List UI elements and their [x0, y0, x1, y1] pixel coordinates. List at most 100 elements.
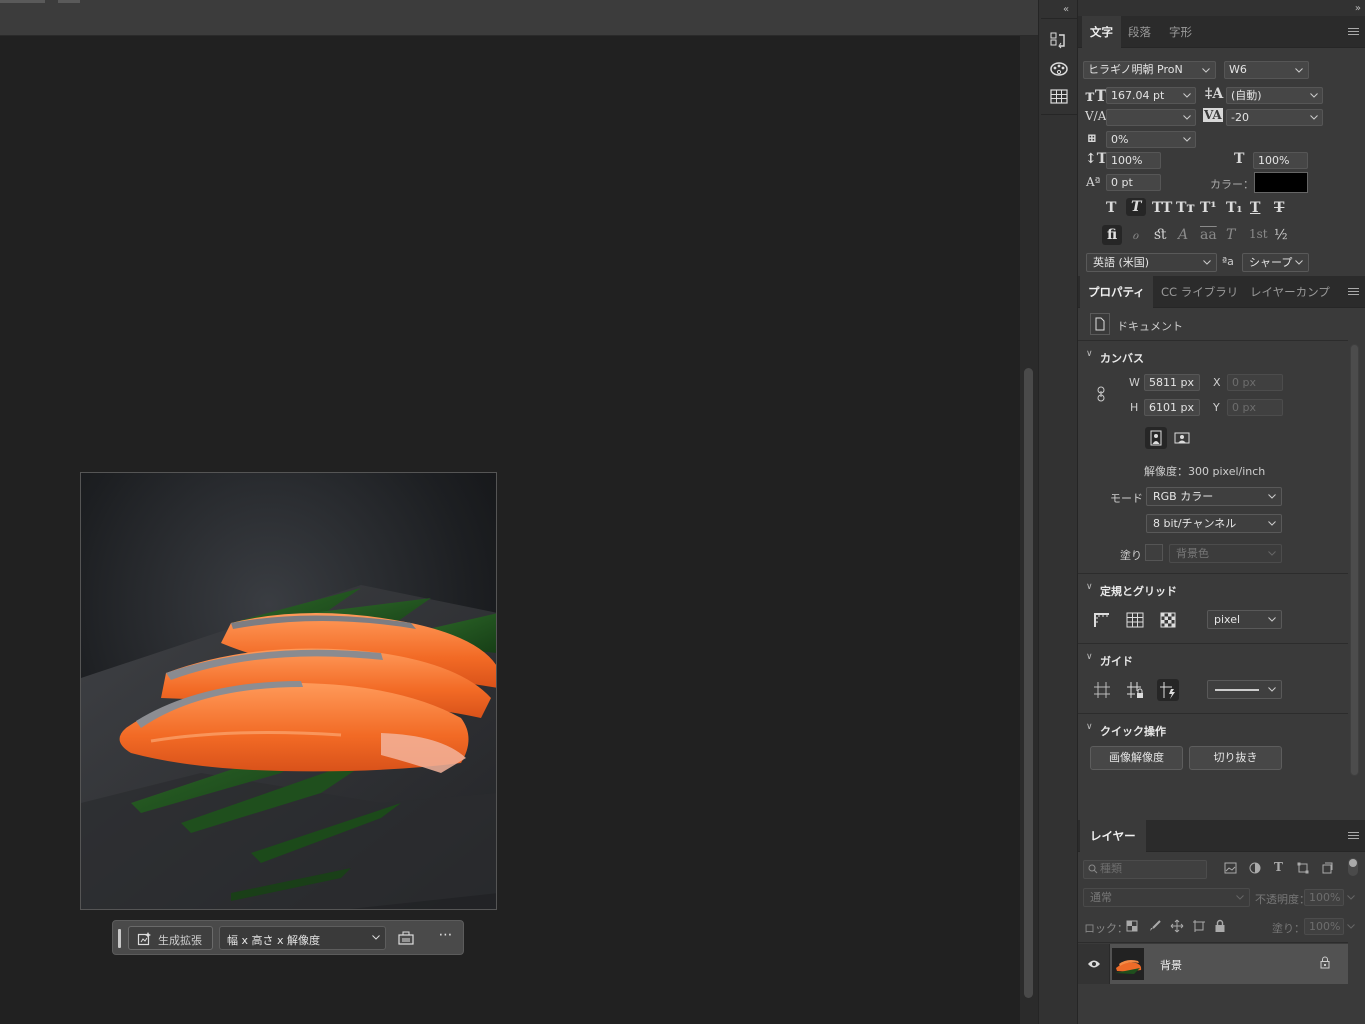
ordinals-button[interactable]: 1st [1249, 227, 1268, 241]
layer-filter-select[interactable]: 種類 [1083, 860, 1207, 879]
rulers-section-header[interactable]: ∨ 定規とグリッド [1078, 578, 1348, 602]
image-size-button[interactable]: 画像解像度 [1090, 746, 1183, 770]
language-select[interactable]: 英語 (米国) [1086, 253, 1217, 272]
lock-position-icon[interactable] [1170, 919, 1184, 933]
layer-row[interactable]: 背景 [1078, 944, 1348, 984]
leading-input[interactable]: (自動) [1226, 87, 1323, 104]
ruler-unit-select[interactable]: pixel [1207, 610, 1282, 629]
tsume-input[interactable]: 0% [1106, 131, 1196, 148]
titling-alternates-button[interactable]: T [1226, 227, 1235, 243]
panel-menu-icon[interactable] [1348, 832, 1359, 841]
doc-tab-stub-2[interactable] [58, 0, 80, 3]
filter-adjustment-icon[interactable] [1249, 862, 1261, 874]
faux-italic-button[interactable]: T [1126, 198, 1147, 216]
landscape-orientation-icon[interactable] [1171, 427, 1193, 449]
scrollbar-thumb[interactable] [1351, 345, 1358, 775]
lock-guides-icon[interactable] [1124, 679, 1146, 701]
fill-select[interactable]: 背景色 [1169, 544, 1282, 563]
pixel-grid-icon[interactable] [1157, 609, 1179, 631]
collapse-panels-icon[interactable]: « [1063, 4, 1069, 15]
swash-button[interactable]: A [1178, 227, 1188, 243]
eye-icon[interactable] [1087, 959, 1101, 969]
blend-mode-select[interactable]: 通常 [1083, 888, 1250, 907]
guides-section-header[interactable]: ∨ ガイド [1078, 648, 1348, 672]
filter-type-icon[interactable]: T [1274, 860, 1283, 874]
fill-color-swatch[interactable] [1145, 544, 1163, 561]
lock-transparent-pixels-icon[interactable] [1126, 920, 1138, 932]
properties-scrollbar[interactable] [1350, 344, 1359, 776]
strikethrough-button[interactable]: T [1274, 200, 1284, 216]
color-palette-icon[interactable] [1048, 58, 1070, 80]
history-icon[interactable] [1048, 30, 1070, 52]
crop-button[interactable]: 切り抜き [1189, 746, 1282, 770]
color-mode-select[interactable]: RGB カラー [1146, 487, 1282, 506]
bit-depth-select[interactable]: 8 bit/チャンネル [1146, 514, 1282, 533]
size-preset-dropdown[interactable]: 幅 x 高さ x 解像度 [219, 926, 386, 950]
vertical-scale-input[interactable]: 100% [1106, 152, 1161, 169]
ligature-button[interactable]: ﬁ [1102, 225, 1123, 245]
all-caps-button[interactable]: TT [1152, 200, 1172, 216]
faux-bold-button[interactable]: T [1106, 200, 1116, 216]
filter-toggle-switch[interactable] [1348, 858, 1358, 876]
tab-character[interactable]: 文字 [1082, 16, 1121, 48]
link-icon[interactable] [1096, 386, 1106, 402]
tab-cc-libraries[interactable]: CC ライブラリ [1153, 276, 1246, 308]
panel-menu-icon[interactable] [1348, 28, 1359, 37]
crop-resize-icon[interactable] [397, 930, 415, 946]
underline-button[interactable]: T [1250, 200, 1260, 216]
antialias-select[interactable]: シャープ [1242, 253, 1309, 272]
stylistic-alternates-button[interactable]: aa [1200, 227, 1217, 243]
canvas-y-input[interactable]: 0 px [1227, 399, 1283, 416]
canvas-height-input[interactable]: 6101 px [1144, 399, 1200, 416]
fractions-button[interactable]: ½ [1274, 227, 1288, 243]
baseline-shift-input[interactable]: 0 pt [1106, 174, 1161, 191]
lock-image-pixels-icon[interactable] [1148, 919, 1162, 933]
panel-menu-icon[interactable] [1348, 288, 1359, 297]
filter-pixel-icon[interactable] [1224, 862, 1237, 874]
quick-actions-section-header[interactable]: ∨ クイック操作 [1078, 718, 1348, 742]
smart-guides-icon[interactable] [1157, 679, 1179, 701]
document-canvas-image[interactable] [80, 472, 497, 910]
tracking-input[interactable]: -20 [1226, 109, 1323, 126]
layer-fill-input[interactable]: 100% [1304, 918, 1344, 935]
small-caps-button[interactable]: Tт [1176, 200, 1195, 216]
text-color-swatch[interactable] [1254, 172, 1308, 193]
doc-tab-stub[interactable] [0, 0, 45, 3]
ruler-icon[interactable] [1091, 609, 1113, 631]
collapse-dock-icon[interactable]: » [1355, 3, 1361, 14]
canvas-section-header[interactable]: ∨ カンバス [1078, 345, 1348, 369]
discretionary-ligature-button[interactable]: ﬆ [1154, 227, 1167, 243]
font-size-input[interactable]: 167.04 pt [1106, 87, 1196, 104]
grid-icon[interactable] [1124, 609, 1146, 631]
tab-layers[interactable]: レイヤー [1080, 820, 1146, 852]
scrollbar-thumb[interactable] [1024, 368, 1033, 998]
font-family-select[interactable]: ヒラギノ明朝 ProN [1083, 61, 1216, 79]
vertical-scrollbar[interactable] [1020, 36, 1038, 1024]
filter-shape-icon[interactable] [1297, 862, 1309, 874]
tab-properties[interactable]: プロパティ [1080, 276, 1153, 308]
tab-layer-comps[interactable]: レイヤーカンプ [1242, 276, 1338, 308]
opacity-input[interactable]: 100% [1304, 889, 1344, 906]
horizontal-scale-input[interactable]: 100% [1253, 152, 1308, 169]
chevron-down-icon[interactable] [1347, 895, 1355, 900]
contextual-alternates-button[interactable]: ℴ [1132, 227, 1138, 243]
kerning-input[interactable] [1106, 109, 1196, 126]
tab-glyphs[interactable]: 字形 [1161, 16, 1200, 48]
filter-smart-object-icon[interactable] [1321, 862, 1333, 874]
task-bar-grip-handle[interactable] [118, 929, 121, 948]
show-guides-icon[interactable] [1091, 679, 1113, 701]
tab-paragraph[interactable]: 段落 [1120, 16, 1159, 48]
superscript-button[interactable]: T¹ [1200, 200, 1217, 216]
layer-lock-icon[interactable] [1320, 956, 1330, 969]
font-style-select[interactable]: W6 [1224, 61, 1309, 79]
portrait-orientation-icon[interactable] [1145, 427, 1167, 449]
table-grid-icon[interactable] [1048, 86, 1070, 108]
generative-expand-button[interactable]: 生成拡張 [128, 926, 213, 950]
subscript-button[interactable]: T₁ [1226, 200, 1243, 216]
chevron-down-icon[interactable] [1347, 924, 1355, 929]
guide-style-select[interactable] [1207, 680, 1282, 699]
lock-all-icon[interactable] [1214, 919, 1226, 933]
canvas-x-input[interactable]: 0 px [1227, 374, 1283, 391]
more-options-button[interactable]: ⋯ [435, 927, 457, 947]
canvas-width-input[interactable]: 5811 px [1144, 374, 1200, 391]
